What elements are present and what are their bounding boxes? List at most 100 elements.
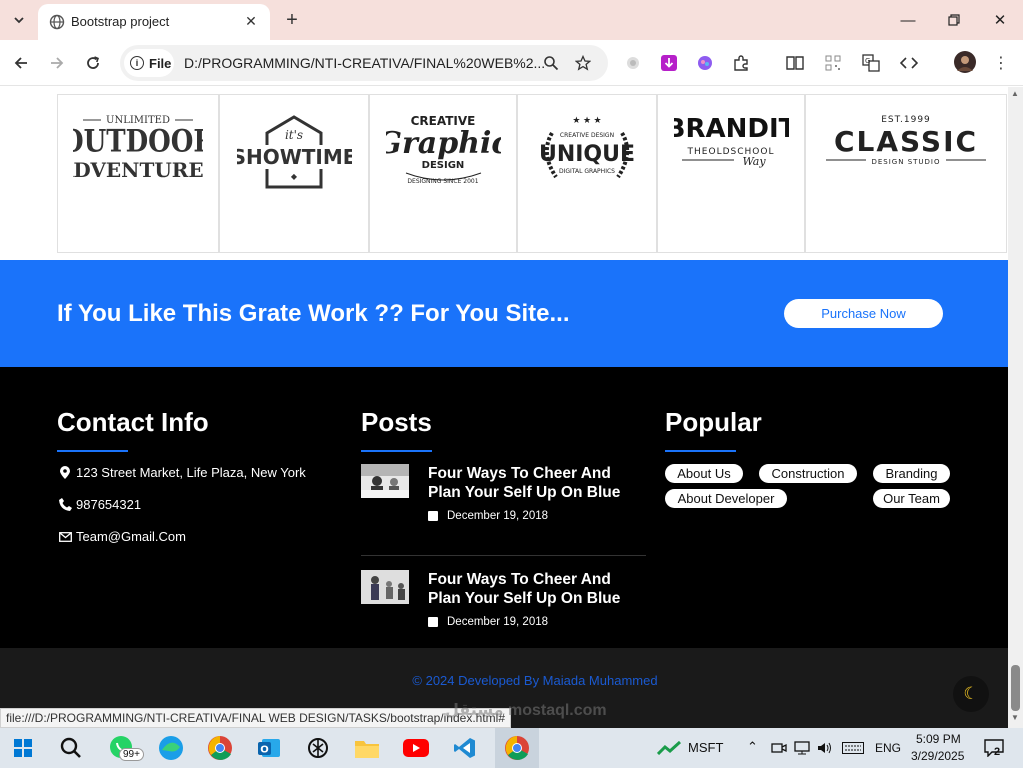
svg-text:G: G (865, 57, 870, 65)
network-icon[interactable] (791, 734, 813, 762)
brandit-logo: BRANDIT THEOLDSCHOOL Way (674, 114, 789, 168)
tag-about-us[interactable]: About Us (665, 464, 743, 483)
email-text[interactable]: Team@Gmail.Com (76, 529, 186, 544)
code-view-icon[interactable] (898, 52, 920, 74)
tray-chevron-up-icon[interactable]: ⌃ (747, 739, 758, 755)
windows-taskbar: 99+ O MSFT ⌃ ENG 5:09 PM 3/29/2025 2 (0, 728, 1023, 768)
svg-text:CREATIVE DESIGN: CREATIVE DESIGN (560, 132, 614, 139)
calendar-icon (428, 617, 438, 627)
svg-text:★ ★ ★: ★ ★ ★ (572, 115, 601, 125)
restore-icon[interactable] (940, 8, 968, 32)
classic-logo: EST.1999 CLASSIC DESIGN STUDIO (826, 115, 986, 166)
post-date: December 19, 2018 (428, 510, 548, 522)
back-arrow-icon[interactable] (8, 50, 34, 76)
unique-logo: ★ ★ ★ CREATIVE DESIGN UNIQUE DIGITAL GRA… (539, 115, 635, 179)
svg-text:ADVENTURES: ADVENTURES (73, 158, 203, 182)
youtube-icon[interactable] (402, 734, 430, 762)
posts-heading: Posts (361, 407, 432, 437)
post-thumbnail[interactable] (361, 464, 409, 498)
active-tab[interactable]: Bootstrap project ✕ (38, 4, 270, 40)
address-bar[interactable]: i File D:/PROGRAMMING/NTI-CREATIVA/FINAL… (120, 45, 608, 81)
scroll-down-arrow-icon[interactable]: ▼ (1011, 713, 1019, 722)
clock-date[interactable]: 3/29/2025 (911, 749, 964, 763)
zoom-search-icon[interactable] (540, 52, 562, 74)
post-thumbnail[interactable] (361, 570, 409, 604)
notification-count: 2 (994, 746, 1001, 758)
tag-our-team[interactable]: Our Team (873, 489, 950, 508)
purchase-now-button[interactable]: Purchase Now (784, 299, 943, 328)
notification-center-icon[interactable]: 2 (981, 734, 1007, 762)
showtime-logo: it's SHOWTIME ◆ (237, 115, 352, 189)
bookmark-star-icon[interactable] (572, 52, 594, 74)
heading-underline (665, 450, 736, 452)
contact-phone: 987654321 (57, 497, 141, 512)
file-explorer-icon[interactable] (353, 734, 381, 762)
post-item[interactable]: Four Ways To Cheer And Plan Your Self Up… (361, 464, 646, 534)
stock-ticker[interactable]: MSFT (688, 740, 723, 755)
windows-start-icon[interactable] (9, 734, 37, 762)
edge-icon[interactable] (157, 734, 185, 762)
logo-card-classic: EST.1999 CLASSIC DESIGN STUDIO (805, 94, 1007, 253)
post-divider (361, 555, 646, 556)
stock-chart-icon[interactable] (656, 734, 682, 762)
cta-heading: If You Like This Grate Work ?? For You S… (57, 300, 570, 327)
menu-dots-icon[interactable]: ⋮ (990, 52, 1012, 74)
new-tab-button[interactable]: + (280, 8, 304, 32)
phone-text: 987654321 (76, 497, 142, 512)
search-icon[interactable] (57, 734, 85, 762)
download-extension-icon[interactable] (658, 52, 680, 74)
brain-extension-icon[interactable] (694, 52, 716, 74)
file-label: File (149, 55, 172, 71)
volume-icon[interactable] (814, 734, 836, 762)
copyright-text: © 2024 Developed By Maiada Muhammed (412, 673, 658, 688)
svg-text:DESIGN: DESIGN (421, 160, 464, 171)
tag-branding[interactable]: Branding (873, 464, 950, 483)
post-item[interactable]: Four Ways To Cheer And Plan Your Self Up… (361, 570, 646, 640)
profile-avatar[interactable] (954, 51, 976, 73)
page-scrollbar[interactable]: ▲ ▼ (1008, 87, 1023, 728)
close-window-icon[interactable]: ✕ (986, 8, 1014, 32)
input-language[interactable]: ENG (875, 741, 901, 755)
meet-now-icon[interactable] (768, 734, 790, 762)
svg-text:EST.1999: EST.1999 (881, 115, 931, 125)
tag-construction[interactable]: Construction (759, 464, 857, 483)
scroll-up-arrow-icon[interactable]: ▲ (1011, 89, 1019, 98)
chevron-down-icon (14, 17, 24, 24)
close-tab-icon[interactable]: ✕ (240, 10, 262, 32)
whatsapp-icon[interactable]: 99+ (108, 734, 144, 762)
logo-card-unique: ★ ★ ★ CREATIVE DESIGN UNIQUE DIGITAL GRA… (517, 94, 657, 253)
outlook-icon[interactable]: O (255, 734, 283, 762)
clock-time[interactable]: 5:09 PM (916, 732, 961, 746)
translate-icon[interactable]: G (860, 52, 882, 74)
vscode-icon[interactable] (451, 734, 479, 762)
post-date-text: December 19, 2018 (447, 510, 549, 522)
dark-mode-moon-icon[interactable]: ☾ (953, 676, 989, 712)
extension-circle-icon[interactable] (622, 52, 644, 74)
post-title[interactable]: Four Ways To Cheer And Plan Your Self Up… (428, 570, 638, 608)
keyboard-icon[interactable] (840, 734, 866, 762)
chrome-icon[interactable] (206, 734, 234, 762)
svg-text:DESIGN STUDIO: DESIGN STUDIO (871, 158, 940, 166)
scrollbar-thumb[interactable] (1011, 665, 1020, 711)
svg-text:DIGITAL GRAPHICS: DIGITAL GRAPHICS (559, 168, 615, 175)
svg-text:SHOWTIME: SHOWTIME (237, 145, 352, 169)
site-info-chip[interactable]: i File (124, 49, 174, 77)
tab-title: Bootstrap project (71, 14, 170, 29)
qr-code-icon[interactable] (822, 52, 844, 74)
tag-about-developer[interactable]: About Developer (665, 489, 787, 508)
contact-info-heading: Contact Info (57, 407, 209, 437)
post-title[interactable]: Four Ways To Cheer And Plan Your Self Up… (428, 464, 638, 502)
svg-text:it's: it's (284, 128, 302, 142)
puzzle-extensions-icon[interactable] (730, 52, 752, 74)
chatgpt-icon[interactable] (304, 734, 332, 762)
minimize-icon[interactable]: — (894, 8, 922, 32)
svg-text:OUTDOOR: OUTDOOR (73, 122, 203, 159)
link-status-bubble: file:///D:/PROGRAMMING/NTI-CREATIVA/FINA… (0, 708, 511, 728)
tab-strip: Bootstrap project ✕ + — ✕ (0, 0, 1023, 40)
chrome-active-icon[interactable] (495, 728, 539, 768)
reading-mode-icon[interactable] (784, 52, 806, 74)
reload-icon[interactable] (80, 50, 106, 76)
tab-search-button[interactable] (6, 8, 32, 32)
forward-arrow-icon[interactable] (44, 50, 70, 76)
post-date: December 19, 2018 (428, 616, 548, 628)
